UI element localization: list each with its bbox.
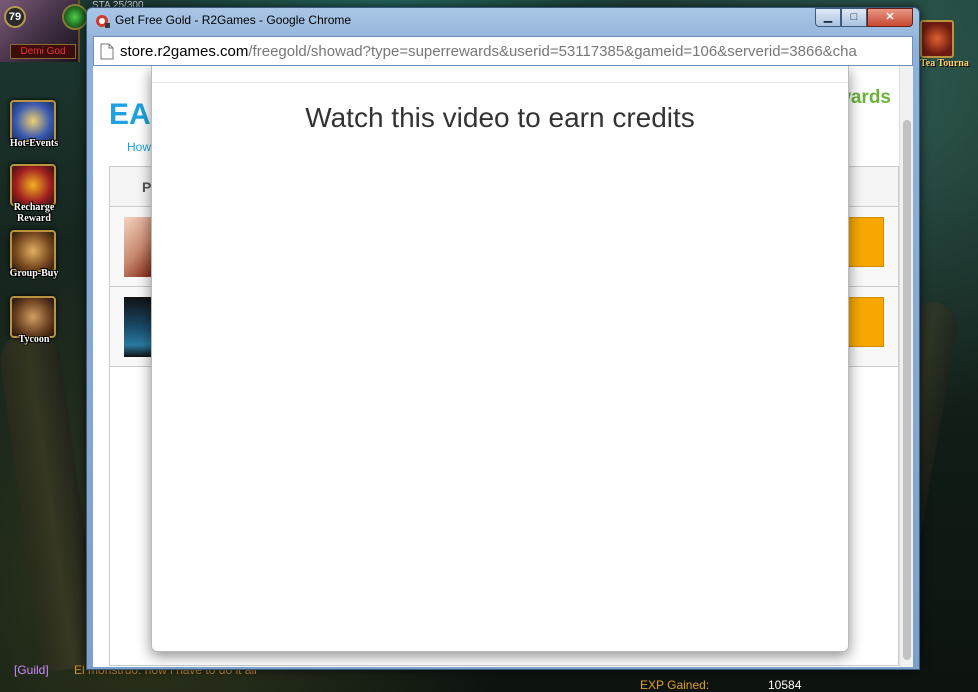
- maximize-button[interactable]: □: [841, 8, 867, 27]
- window-controls: ▁ □ ✕: [815, 8, 913, 28]
- tycoon-label: Tycoon: [18, 334, 50, 345]
- page-scrollbar[interactable]: [899, 66, 913, 667]
- page-heading: EA: [109, 98, 151, 131]
- page-icon: [100, 43, 114, 60]
- window-titlebar[interactable]: Get Free Gold - R2Games - Google Chrome …: [87, 8, 919, 36]
- hot-events-icon: [10, 100, 56, 142]
- recharge-reward-label: Recharge Reward: [13, 202, 55, 224]
- video-player-area[interactable]: [172, 156, 830, 636]
- chat-channel[interactable]: [Guild]: [14, 663, 49, 677]
- r2games-favicon-icon: [96, 15, 110, 28]
- tycoon-icon: [10, 296, 56, 338]
- address-bar[interactable]: store.r2games.com/freegold/showad?type=s…: [93, 36, 913, 66]
- how-link[interactable]: How: [127, 140, 151, 154]
- scrollbar-thumb[interactable]: [903, 120, 911, 660]
- url-path: /freegold/showad?type=superrewards&useri…: [248, 43, 857, 60]
- window-title: Get Free Gold - R2Games - Google Chrome: [115, 13, 352, 27]
- tournament-button[interactable]: Tea Tourna: [916, 18, 978, 72]
- table-header-label: P: [142, 179, 152, 195]
- status-orb-icon: [62, 4, 88, 30]
- recharge-reward-icon: [10, 164, 56, 206]
- group-buy-button[interactable]: Group-Buy: [8, 230, 58, 286]
- close-button[interactable]: ✕: [867, 8, 913, 27]
- player-rank: Demi God: [10, 44, 76, 59]
- modal-title: Watch this video to earn credits: [305, 102, 695, 133]
- hot-events-button[interactable]: Hot-Events: [8, 100, 58, 156]
- tournament-icon: [920, 20, 954, 58]
- group-buy-label: Group-Buy: [9, 268, 59, 279]
- player-level: 79: [4, 6, 26, 28]
- exp-panel: EXP Gained: 10584: [640, 678, 801, 692]
- url-text[interactable]: store.r2games.com/freegold/showad?type=s…: [120, 43, 910, 60]
- exp-label: EXP Gained:: [640, 678, 710, 692]
- exp-value: 10584: [768, 678, 802, 692]
- chrome-popup-window: Get Free Gold - R2Games - Google Chrome …: [86, 7, 920, 670]
- minimize-button[interactable]: ▁: [815, 8, 841, 27]
- url-domain: store.r2games.com: [120, 43, 249, 60]
- hot-events-label: Hot-Events: [9, 138, 59, 149]
- page-viewport: EA How wards P Watch this video to earn …: [93, 66, 913, 667]
- video-modal: Watch this video to earn credits: [151, 66, 849, 652]
- tournament-label: Tea Tourna: [920, 58, 969, 69]
- modal-divider: [152, 82, 848, 83]
- tycoon-button[interactable]: Tycoon: [8, 296, 58, 352]
- group-buy-icon: [10, 230, 56, 272]
- recharge-reward-button[interactable]: Recharge Reward: [8, 164, 58, 224]
